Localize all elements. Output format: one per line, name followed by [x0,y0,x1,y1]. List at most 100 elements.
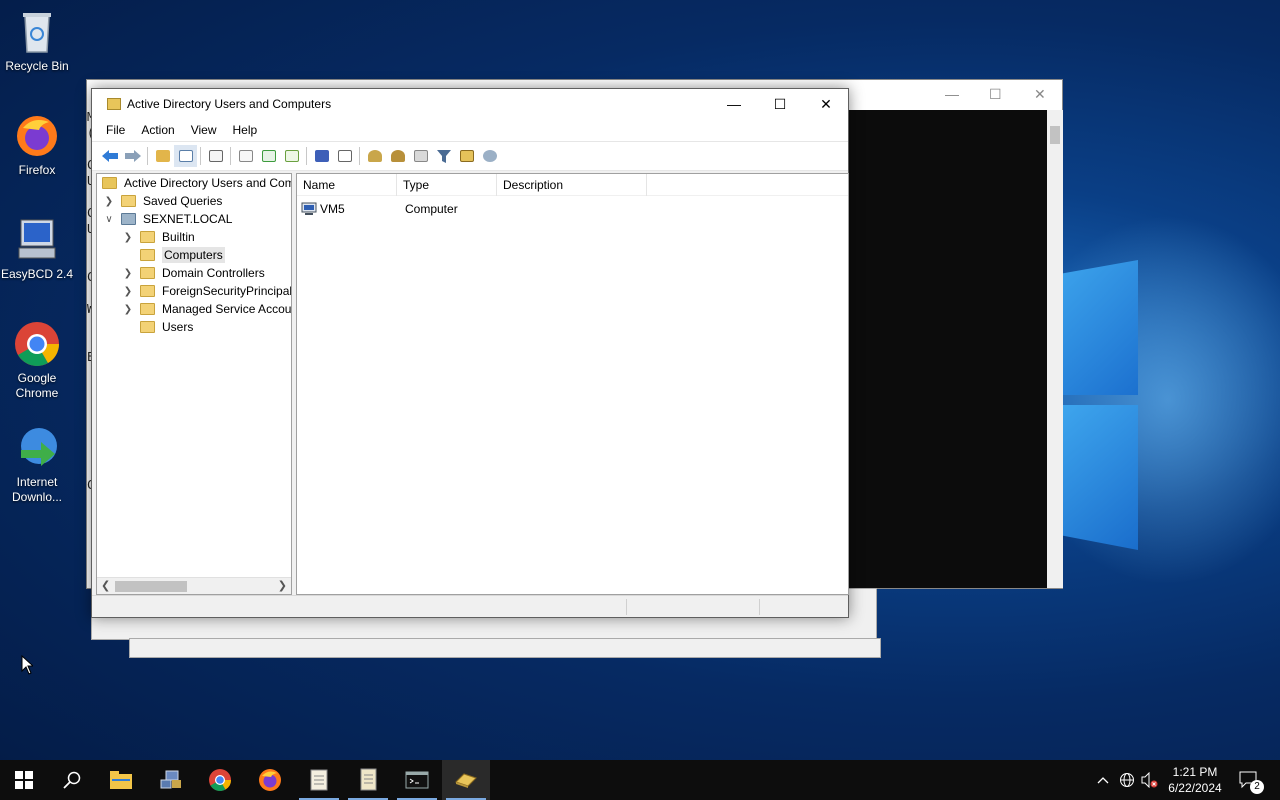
desktop-icon-label: Internet Downlo... [11,475,63,504]
help-button[interactable] [310,145,333,167]
list-item[interactable]: VM5 Computer [301,200,505,218]
chrome-icon [209,769,231,791]
windows-start-icon [15,771,33,789]
show-action-pane-button[interactable] [333,145,356,167]
tree-item-domain[interactable]: ∨ SEXNET.LOCAL [103,210,232,228]
desktop-icon-chrome[interactable]: Google Chrome [0,320,74,401]
copy-button[interactable] [204,145,227,167]
desktop-icon-easybcd[interactable]: EasyBCD 2.4 [0,216,74,282]
taskbar-aduc[interactable] [442,760,490,800]
minimize-icon[interactable]: — [945,86,959,102]
folder-icon [140,285,155,297]
expand-arrow-icon[interactable]: ❯ [122,286,134,297]
export-list-button[interactable] [280,145,303,167]
tree-item-builtin[interactable]: ❯ Builtin [122,228,195,246]
show-hidden-icons[interactable] [1094,760,1112,800]
expand-arrow-icon[interactable]: ❯ [103,196,115,207]
close-button[interactable]: ✕ [803,89,849,119]
action-pane-icon [337,150,352,162]
new-group-button[interactable] [386,145,409,167]
action-center-button[interactable]: 2 [1234,760,1264,800]
find-button[interactable] [478,145,501,167]
tree-label: Active Directory Users and Com [124,176,292,190]
column-header-name[interactable]: Name [297,173,397,196]
expand-arrow-icon[interactable]: ❯ [122,304,134,315]
status-divider [759,599,760,615]
taskbar-clock[interactable]: 1:21 PM 6/22/2024 [1160,764,1230,796]
aduc-root-icon [102,177,117,189]
volume-tray[interactable] [1140,760,1160,800]
desktop-icon-recycle-bin[interactable]: Recycle Bin [0,8,74,74]
tree-item-users[interactable]: Users [122,318,193,336]
new-user-button[interactable] [363,145,386,167]
expand-arrow-icon[interactable]: ❯ [122,232,134,243]
menu-file[interactable]: File [98,123,133,137]
tree-item-saved-queries[interactable]: ❯ Saved Queries [103,192,223,210]
properties-icon [238,150,253,162]
scroll-thumb[interactable] [115,581,187,592]
list-cell-type: Computer [405,202,458,216]
taskbar-notepad-2[interactable] [344,760,392,800]
tree-label: Users [162,320,194,334]
show-hide-tree-button[interactable] [174,145,197,167]
clock-date: 6/22/2024 [1168,781,1222,795]
console-output-area [847,110,1047,588]
close-icon[interactable]: ✕ [1034,86,1046,103]
column-header-type[interactable]: Type [397,173,497,196]
easybcd-icon [13,216,61,264]
refresh-button[interactable] [257,145,280,167]
network-tray[interactable] [1117,760,1137,800]
scroll-left-icon[interactable]: ❮ [101,579,110,592]
back-button[interactable] [98,145,121,167]
tree-item-managed-service-accounts[interactable]: ❯ Managed Service Accour [122,300,291,318]
help-icon [314,150,329,162]
taskbar-chrome[interactable] [196,760,244,800]
find-icon [482,150,497,162]
add-to-group-button[interactable] [455,145,478,167]
firefox-icon [259,769,281,791]
collapse-arrow-icon[interactable]: ∨ [103,214,115,225]
taskbar-command-prompt[interactable] [393,760,441,800]
taskbar-notepad-1[interactable] [295,760,343,800]
console-scrollbar[interactable] [1047,110,1063,588]
up-one-level-button[interactable] [151,145,174,167]
new-ou-icon [413,150,428,162]
volume-muted-icon [1141,772,1158,788]
console-tree[interactable]: Active Directory Users and Com ❯ Saved Q… [96,173,292,595]
properties-button[interactable] [234,145,257,167]
tree-item-computers[interactable]: Computers [122,246,225,264]
details-list[interactable]: Name Type Description VM5 Computer [296,173,849,595]
title-bar[interactable]: Active Directory Users and Computers — ☐… [92,89,848,119]
tree-label: ForeignSecurityPrincipals [162,284,292,298]
status-bar [92,595,848,617]
menu-help[interactable]: Help [225,123,266,137]
filter-button[interactable] [432,145,455,167]
toolbar-separator [147,147,148,165]
menu-action[interactable]: Action [133,123,182,137]
taskbar-file-explorer[interactable] [97,760,145,800]
menu-view[interactable]: View [183,123,225,137]
new-ou-button[interactable] [409,145,432,167]
tree-label: Builtin [162,230,195,244]
computer-icon [301,202,317,215]
tree-root[interactable]: Active Directory Users and Com [102,174,292,192]
scroll-right-icon[interactable]: ❯ [278,579,287,592]
expand-arrow-icon[interactable]: ❯ [122,268,134,279]
desktop-icon-firefox[interactable]: Firefox [0,112,74,178]
forward-button[interactable] [121,145,144,167]
maximize-icon[interactable]: ☐ [989,86,1002,103]
folder-up-icon [155,150,170,162]
tree-item-foreign-security-principals[interactable]: ❯ ForeignSecurityPrincipals [122,282,292,300]
aduc-window[interactable]: Active Directory Users and Computers — ☐… [91,88,849,618]
desktop-icon-internet-download-manager[interactable]: Internet Downlo... [0,424,74,505]
start-button[interactable] [0,760,48,800]
maximize-button[interactable]: ☐ [757,89,803,119]
minimize-button[interactable]: — [711,89,757,119]
search-button[interactable] [48,760,96,800]
tree-horizontal-scrollbar[interactable]: ❮ ❯ [97,577,291,594]
taskbar-firefox[interactable] [246,760,294,800]
column-header-description[interactable]: Description [497,173,647,196]
tree-item-domain-controllers[interactable]: ❯ Domain Controllers [122,264,265,282]
tree-label: Saved Queries [143,194,223,208]
taskbar-network-app[interactable] [147,760,195,800]
